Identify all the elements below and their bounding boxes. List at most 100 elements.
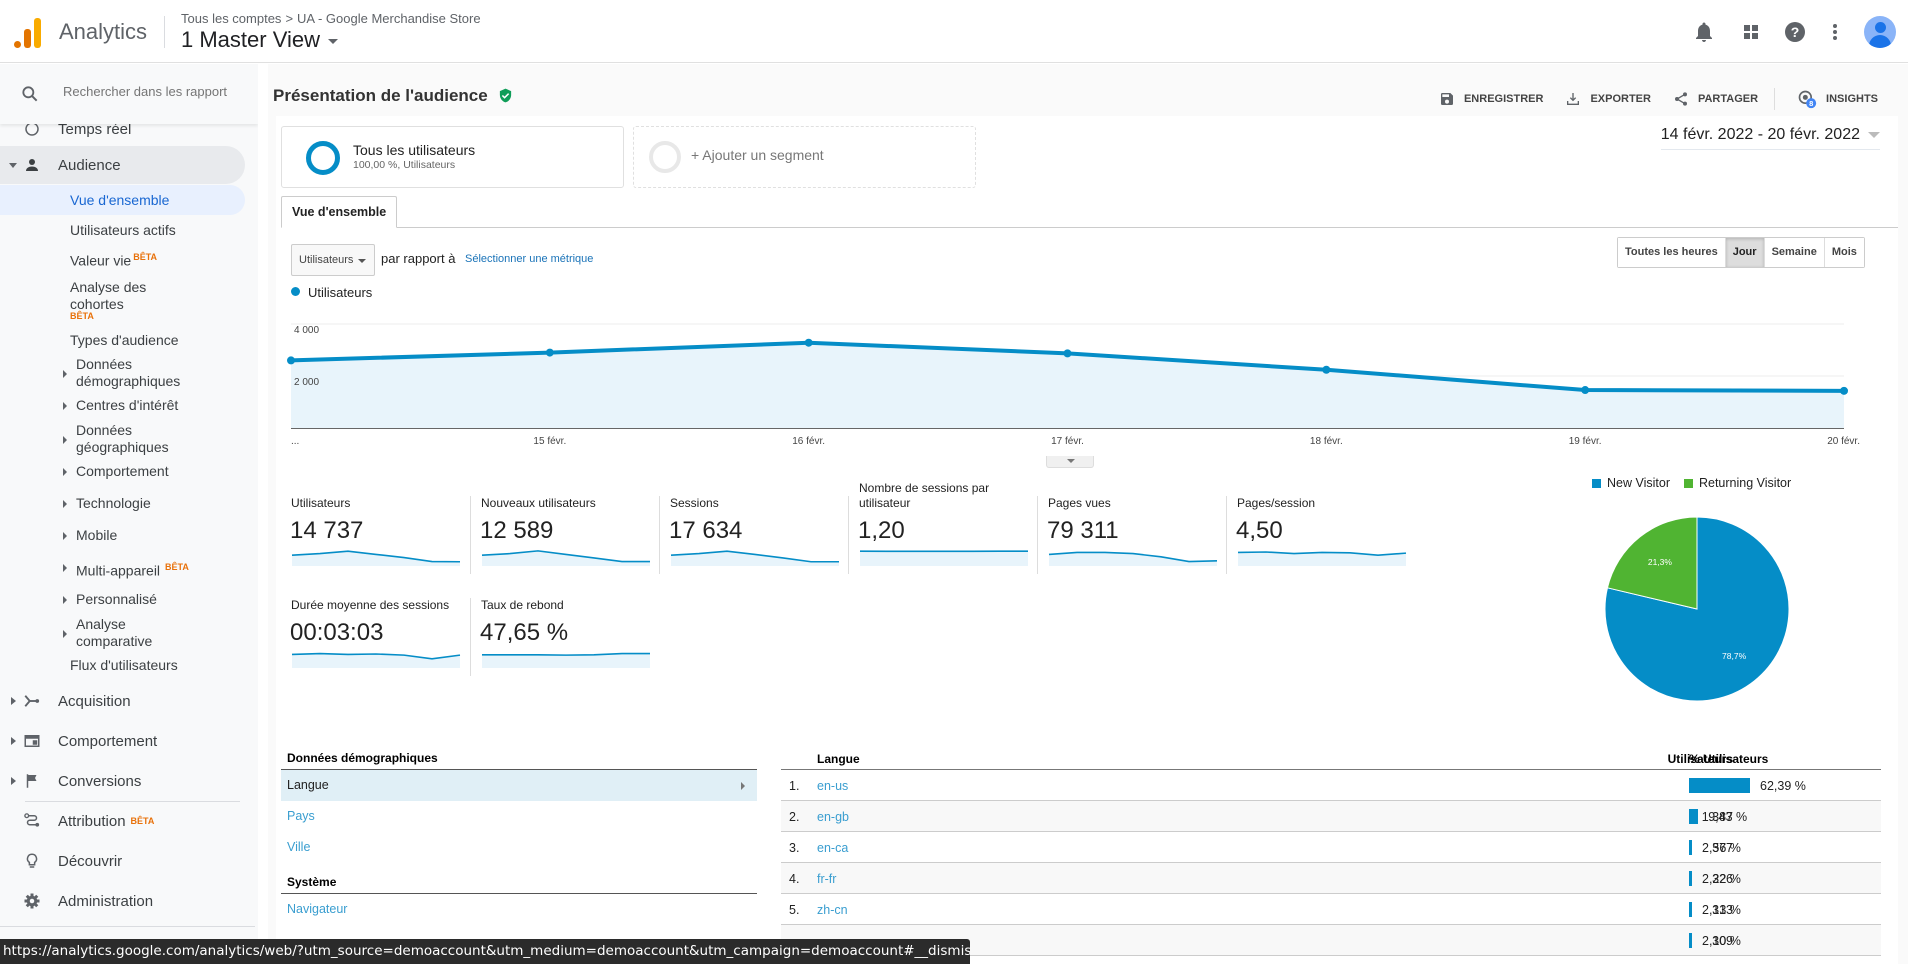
granularity-toggle: Toutes les heures Jour Semaine Mois bbox=[1617, 237, 1865, 268]
breadcrumb[interactable]: Tous les comptes > UA - Google Merchandise… bbox=[181, 11, 481, 26]
add-segment-button[interactable]: + Ajouter un segment bbox=[633, 126, 976, 188]
breadcrumb-item[interactable]: Tous les comptes bbox=[181, 11, 281, 26]
scorecard[interactable]: Utilisateurs 14 737 bbox=[281, 496, 469, 574]
dimension-item-browser[interactable]: Navigateur bbox=[281, 894, 757, 925]
sidebar-item-label: Administration bbox=[58, 892, 154, 910]
sidebar-item-benchmarking[interactable]: Analyse comparative bbox=[0, 616, 245, 650]
date-range-picker[interactable]: 14 févr. 2022 - 20 févr. 2022 bbox=[1660, 126, 1880, 150]
scorecard[interactable]: Nombre de sessions par utilisateur 1,20 bbox=[848, 481, 1036, 574]
language-link[interactable]: en-us bbox=[817, 779, 848, 793]
sidebar-item-attribution[interactable]: Attribution BÊTA bbox=[0, 802, 245, 840]
sidebar-item-conversions[interactable]: Conversions bbox=[0, 762, 245, 800]
sidebar-item-lifetime-value[interactable]: Valeur vie BÊTA bbox=[0, 249, 245, 270]
scorecard[interactable]: Nouveaux utilisateurs 12 589 bbox=[470, 496, 658, 574]
segment-all-users[interactable]: Tous les utilisateurs 100,00 %, Utilisat… bbox=[281, 126, 624, 188]
search-input[interactable] bbox=[63, 84, 243, 99]
insights-button[interactable]: 8 INSIGHTS bbox=[1797, 89, 1878, 109]
apps-grid-icon[interactable] bbox=[1739, 20, 1763, 44]
analytics-logo-icon[interactable] bbox=[14, 16, 42, 48]
sidebar-item-cross-device[interactable]: Multi-appareil BÊTA bbox=[0, 559, 245, 580]
scorecard[interactable]: Pages vues 79 311 bbox=[1037, 496, 1225, 574]
dimension-item-city[interactable]: Ville bbox=[281, 832, 757, 863]
language-link[interactable]: fr-fr bbox=[817, 872, 836, 886]
caret-down-icon bbox=[358, 259, 366, 263]
tab-overview[interactable]: Vue d'ensemble bbox=[281, 196, 398, 228]
sidebar-item-label: Données démographiques bbox=[76, 356, 181, 389]
sidebar-item-behavior[interactable]: Comportement bbox=[0, 463, 245, 480]
granularity-month[interactable]: Mois bbox=[1824, 238, 1864, 267]
sidebar-item-users-flow[interactable]: Flux d'utilisateurs bbox=[0, 657, 245, 674]
sidebar-item-active-users[interactable]: Utilisateurs actifs bbox=[0, 222, 245, 239]
row-rank: 5. bbox=[789, 903, 800, 917]
main-content: Présentation de l'audience ENREGISTRER E… bbox=[268, 64, 1908, 964]
beta-badge: BÊTA bbox=[130, 816, 155, 826]
metric-select[interactable]: Utilisateurs bbox=[291, 244, 375, 276]
pct-value: 62,39 % bbox=[1760, 779, 1806, 793]
save-button[interactable]: ENREGISTRER bbox=[1439, 91, 1543, 107]
language-link[interactable]: en-gb bbox=[817, 810, 849, 824]
sidebar-item-audience[interactable]: Audience bbox=[0, 146, 245, 184]
chart-expand-toggle[interactable] bbox=[1046, 456, 1094, 468]
sidebar-item-admin[interactable]: Administration bbox=[0, 882, 245, 920]
sidebar-item-discover[interactable]: Découvrir bbox=[0, 842, 245, 880]
scorecard-value: 4,50 bbox=[1236, 517, 1283, 544]
granularity-week[interactable]: Semaine bbox=[1764, 238, 1825, 267]
data-point[interactable] bbox=[287, 356, 295, 365]
granularity-hourly[interactable]: Toutes les heures bbox=[1618, 238, 1726, 267]
scorecard[interactable]: Sessions 17 634 bbox=[659, 496, 847, 574]
sidebar-item-label: Analyse des cohortes bbox=[70, 279, 147, 312]
scorecard-label: Utilisateurs bbox=[291, 496, 351, 510]
row-rank: 1. bbox=[789, 779, 800, 793]
data-point[interactable] bbox=[1322, 365, 1331, 374]
granularity-day[interactable]: Jour bbox=[1725, 238, 1765, 267]
language-link[interactable]: en-ca bbox=[817, 841, 848, 855]
export-button[interactable]: EXPORTER bbox=[1565, 91, 1651, 107]
sidebar-item-demographics[interactable]: Données démographiques bbox=[0, 356, 245, 390]
caret-right-icon bbox=[63, 370, 67, 378]
sidebar-item-custom[interactable]: Personnalisé bbox=[0, 591, 245, 608]
more-vert-icon[interactable] bbox=[1823, 20, 1847, 44]
legend-swatch bbox=[1592, 478, 1601, 488]
scorecard-value: 79 311 bbox=[1047, 517, 1119, 544]
x-tick-label: 19 févr. bbox=[1569, 436, 1602, 447]
share-button[interactable]: PARTAGER bbox=[1673, 91, 1758, 107]
data-point[interactable] bbox=[1063, 349, 1072, 358]
sidebar-item-behavior-section[interactable]: Comportement bbox=[0, 722, 245, 760]
bell-icon[interactable] bbox=[1692, 20, 1716, 44]
scorecard[interactable]: Durée moyenne des sessions 00:03:03 bbox=[281, 598, 469, 676]
search-icon bbox=[22, 86, 38, 102]
data-point[interactable] bbox=[804, 338, 813, 347]
sidebar-item-acquisition[interactable]: Acquisition bbox=[0, 682, 245, 720]
column-header-language[interactable]: Langue bbox=[817, 752, 860, 766]
data-point[interactable] bbox=[545, 348, 554, 357]
data-point[interactable] bbox=[1840, 386, 1848, 395]
y-tick-label: 2 000 bbox=[294, 377, 319, 388]
sidebar-item-overview[interactable]: Vue d'ensemble bbox=[0, 185, 245, 215]
insights-label: INSIGHTS bbox=[1826, 93, 1878, 105]
help-icon[interactable]: ? bbox=[1783, 20, 1807, 44]
sidebar-item-interests[interactable]: Centres d'intérêt bbox=[0, 397, 245, 414]
breadcrumb-item[interactable]: UA - Google Merchandise Store bbox=[297, 11, 481, 26]
select-metric-link[interactable]: Sélectionner une métrique bbox=[465, 253, 593, 265]
caret-down-icon bbox=[1868, 131, 1880, 138]
sparkline bbox=[670, 550, 839, 566]
data-point[interactable] bbox=[1581, 386, 1590, 395]
sidebar-item-cohort-analysis[interactable]: Analyse des cohortes BÊTA bbox=[0, 279, 180, 321]
sparkline bbox=[1237, 551, 1407, 566]
dimension-item-country[interactable]: Pays bbox=[281, 801, 757, 832]
avatar[interactable] bbox=[1864, 16, 1896, 48]
scorecard[interactable]: Taux de rebond 47,65 % bbox=[470, 598, 658, 676]
sidebar-item-geo[interactable]: Données géographiques bbox=[0, 422, 245, 456]
sidebar-item-audience-types[interactable]: Types d'audience bbox=[0, 332, 245, 349]
sidebar-item-mobile[interactable]: Mobile bbox=[0, 527, 245, 544]
caret-right-icon bbox=[63, 468, 67, 476]
column-header-pct-users[interactable]: % Utilisateurs bbox=[1689, 752, 1768, 766]
scorecard-value: 00:03:03 bbox=[290, 619, 384, 646]
view-selector[interactable]: 1 Master View bbox=[181, 27, 338, 53]
chart-legend: Utilisateurs bbox=[291, 285, 372, 300]
sidebar-item-technology[interactable]: Technologie bbox=[0, 495, 245, 512]
dimension-item-language[interactable]: Langue bbox=[281, 770, 757, 801]
pie-slice-label: 78,7% bbox=[1722, 651, 1747, 661]
language-link[interactable]: zh-cn bbox=[817, 903, 848, 917]
scorecard[interactable]: Pages/session 4,50 bbox=[1226, 496, 1414, 574]
